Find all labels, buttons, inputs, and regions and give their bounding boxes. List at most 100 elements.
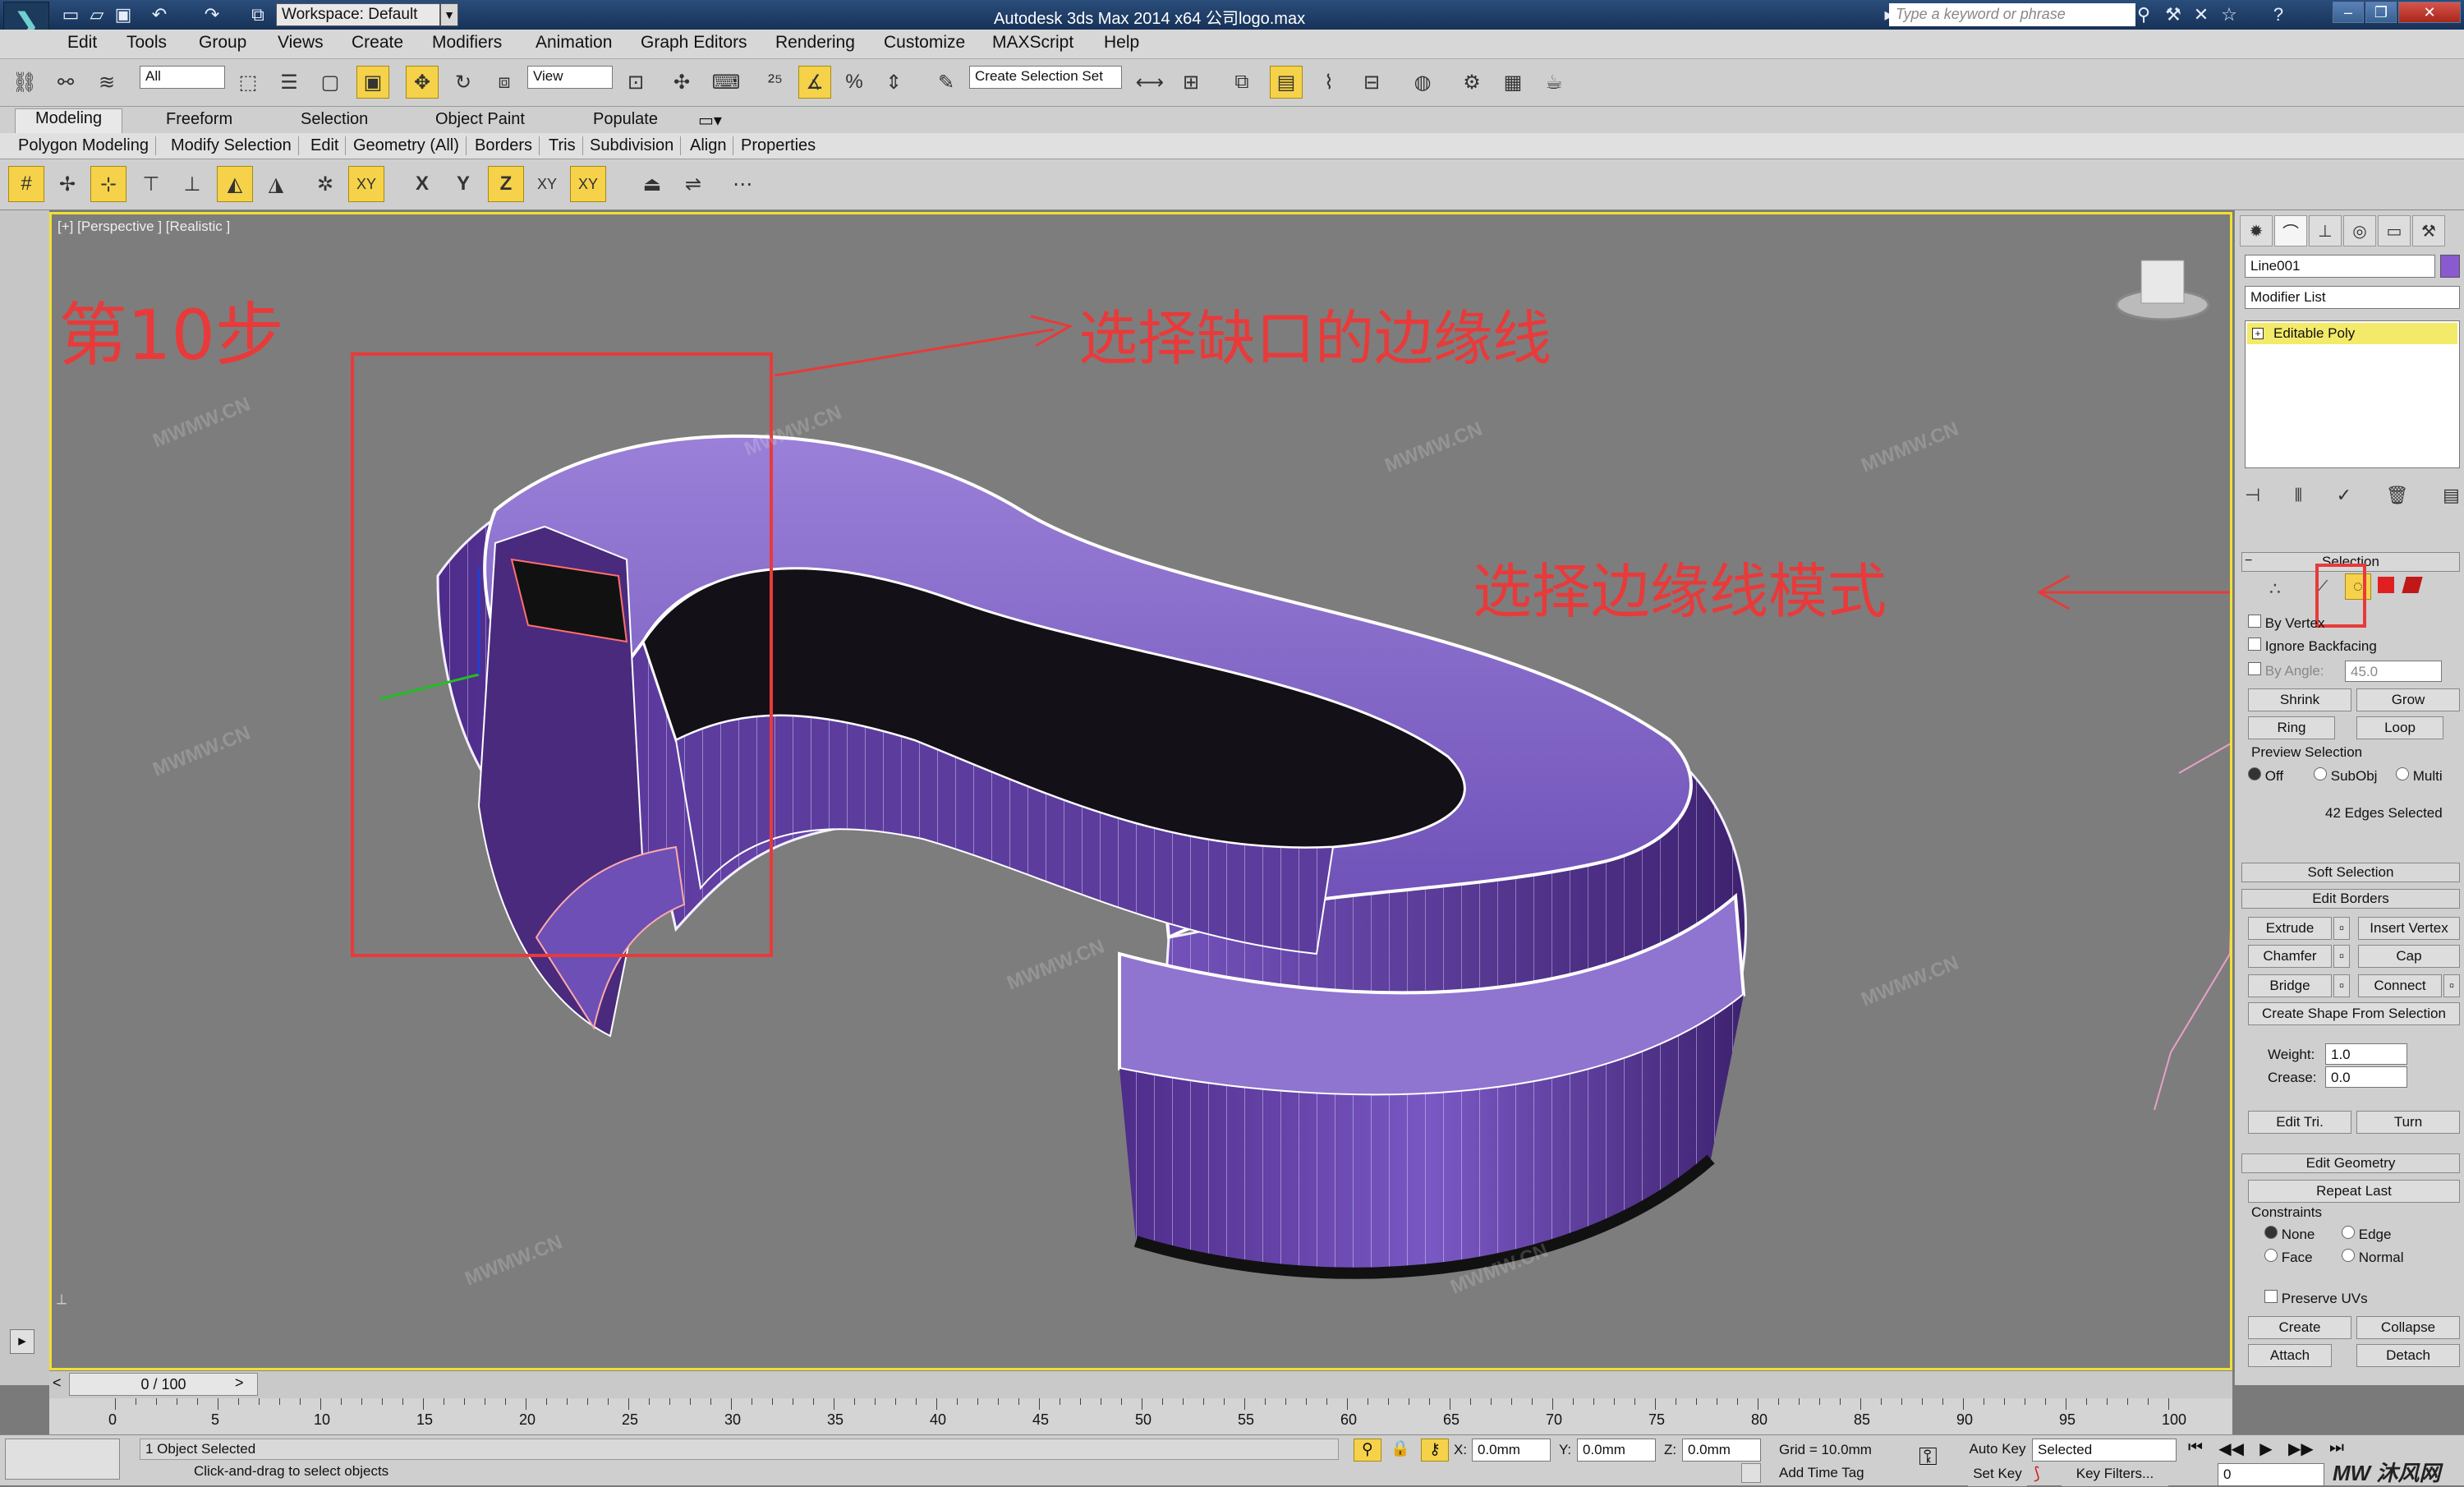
panel-geometry-all[interactable]: Geometry (All)	[353, 136, 467, 155]
bind-spacewarp-icon[interactable]: ≋	[90, 66, 123, 99]
spinner-snap-icon[interactable]: ⇕	[877, 66, 910, 99]
view-align-icon[interactable]: ⇌	[675, 166, 711, 202]
chamfer-settings-icon[interactable]: ▫	[2333, 945, 2350, 968]
menu-customize[interactable]: Customize	[884, 33, 965, 53]
vertex-mode-icon[interactable]: ∴	[2269, 578, 2281, 600]
panel-subdivision[interactable]: Subdivision	[590, 136, 682, 155]
detach-button[interactable]: Detach	[2356, 1344, 2460, 1367]
grow-button[interactable]: Grow	[2356, 688, 2460, 711]
menu-tools[interactable]: Tools	[126, 33, 167, 53]
mirror-icon[interactable]: ⟷	[1133, 66, 1166, 99]
menu-group[interactable]: Group	[199, 33, 246, 53]
panel-modify-selection[interactable]: Modify Selection	[171, 136, 299, 155]
workspace-dropdown[interactable]: Workspace: Default	[276, 3, 440, 26]
panel-tris[interactable]: Tris	[549, 136, 583, 155]
display-tab-icon[interactable]: ▭	[2378, 215, 2411, 246]
constraint-edge-radio[interactable]	[2342, 1226, 2355, 1239]
new-file-icon[interactable]: ▭	[59, 3, 82, 26]
search-input[interactable]: Type a keyword or phrase	[1889, 3, 2135, 26]
x-coordinate-input[interactable]: 0.0mm	[1472, 1439, 1551, 1462]
modify-tab-icon[interactable]: ⌒	[2274, 215, 2307, 246]
insert-vertex-button[interactable]: Insert Vertex	[2358, 917, 2460, 940]
angle-snap-icon[interactable]: ∡	[798, 66, 831, 99]
element-mode-icon[interactable]	[2402, 577, 2423, 593]
panel-align[interactable]: Align	[690, 136, 734, 155]
help-icon[interactable]: ?	[2267, 3, 2290, 26]
percent-snap-icon[interactable]: %	[838, 66, 871, 99]
modifier-list-dropdown[interactable]: Modifier List	[2245, 286, 2460, 309]
favorites-icon[interactable]: ☆	[2218, 3, 2241, 26]
menu-help[interactable]: Help	[1104, 33, 1139, 53]
key-icon[interactable]: ⚿	[1919, 1443, 1938, 1471]
axis-xy-button[interactable]: XY	[529, 166, 565, 202]
weight-input[interactable]: 1.0	[2325, 1043, 2407, 1065]
auto-key-button[interactable]: Auto Key	[1963, 1439, 2032, 1462]
turn-button[interactable]: Turn	[2356, 1111, 2460, 1134]
connect-button[interactable]: Connect	[2358, 974, 2442, 997]
cap-button[interactable]: Cap	[2358, 945, 2460, 968]
show-end-result-icon[interactable]: ⫴	[2295, 485, 2302, 509]
constraint-edge-icon[interactable]: ⊹	[90, 166, 126, 202]
viewport-label[interactable]: [+] [Perspective ] [Realistic ]	[57, 219, 230, 235]
motion-tab-icon[interactable]: ◎	[2343, 215, 2376, 246]
remove-modifier-icon[interactable]: 🗑	[2386, 485, 2409, 509]
restore-button[interactable]: ❐	[2365, 2, 2397, 23]
rotate-icon[interactable]: ↻	[447, 66, 480, 99]
menu-maxscript[interactable]: MAXScript	[992, 33, 1073, 53]
menu-create[interactable]: Create	[352, 33, 403, 53]
constraint-face-radio[interactable]	[2264, 1249, 2278, 1262]
create-tab-icon[interactable]: ✹	[2240, 215, 2273, 246]
next-key-icon[interactable]: ▶▶	[2288, 1439, 2314, 1462]
prev-frame-icon[interactable]: <	[53, 1374, 62, 1392]
previous-key-icon[interactable]: ◀◀	[2218, 1439, 2244, 1462]
select-manipulate-icon[interactable]: ✣	[665, 66, 698, 99]
tab-selection[interactable]: Selection	[301, 110, 368, 129]
menu-rendering[interactable]: Rendering	[775, 33, 855, 53]
shrink-button[interactable]: Shrink	[2248, 688, 2351, 711]
align-grid-icon[interactable]: ◮	[258, 166, 294, 202]
rectangle-selection-icon[interactable]: ▢	[314, 66, 347, 99]
settings-icon[interactable]: ✲	[307, 166, 343, 202]
edit-borders-rollout[interactable]: Edit Borders	[2241, 889, 2460, 909]
rendered-frame-icon[interactable]: ▦	[1496, 66, 1529, 99]
snaps-toggle-icon[interactable]: ²⁵	[759, 66, 792, 99]
binoculars-icon[interactable]: ⚲	[2132, 3, 2155, 26]
menu-modifiers[interactable]: Modifiers	[432, 33, 502, 53]
add-time-tag-icon[interactable]	[1741, 1463, 1761, 1483]
schematic-view-icon[interactable]: ⊟	[1355, 66, 1388, 99]
subscription-icon[interactable]: ⚒	[2162, 3, 2185, 26]
curve-editor-icon[interactable]: ⌇	[1312, 66, 1345, 99]
lock-selection-icon[interactable]: 🔒	[1388, 1439, 1413, 1462]
chamfer-button[interactable]: Chamfer	[2248, 945, 2332, 968]
create-button[interactable]: Create	[2248, 1316, 2351, 1339]
panel-borders[interactable]: Borders	[475, 136, 540, 155]
object-color-swatch[interactable]	[2440, 255, 2460, 278]
undo-icon[interactable]: ↶	[148, 3, 171, 26]
select-object-icon[interactable]: ⬚	[232, 66, 264, 99]
expand-icon[interactable]: +	[2252, 328, 2264, 339]
selection-filter-dropdown[interactable]: All	[140, 66, 225, 89]
ring-button[interactable]: Ring	[2248, 716, 2335, 739]
modifier-editable-poly[interactable]: Editable Poly	[2247, 323, 2457, 344]
layer-manager-icon[interactable]: ⧉	[1225, 66, 1258, 99]
y-coordinate-input[interactable]: 0.0mm	[1577, 1439, 1656, 1462]
pin-stack-icon[interactable]: ⊣	[2245, 485, 2260, 509]
preview-subobj-radio[interactable]	[2314, 767, 2327, 780]
by-vertex-checkbox[interactable]	[2248, 615, 2261, 628]
set-key-button[interactable]: Set Key	[1968, 1463, 2027, 1486]
edit-named-selection-icon[interactable]: ✎	[930, 66, 963, 99]
extrude-button[interactable]: Extrude	[2248, 917, 2332, 940]
extrude-settings-icon[interactable]: ▫	[2333, 917, 2350, 940]
crease-input[interactable]: 0.0	[2325, 1066, 2407, 1088]
constraint-face-icon[interactable]: ⊤	[133, 166, 169, 202]
time-slider[interactable]: < 0 / 100 >	[49, 1370, 2232, 1398]
create-shape-button[interactable]: Create Shape From Selection	[2248, 1002, 2460, 1025]
z-coordinate-input[interactable]: 0.0mm	[1682, 1439, 1761, 1462]
render-setup-icon[interactable]: ⚙	[1455, 66, 1488, 99]
bridge-button[interactable]: Bridge	[2248, 974, 2332, 997]
hierarchy-tab-icon[interactable]: ⊥	[2309, 215, 2342, 246]
axis-x-button[interactable]: X	[404, 166, 440, 202]
panel-polygon-modeling[interactable]: Polygon Modeling	[18, 136, 156, 155]
add-time-tag[interactable]: Add Time Tag	[1779, 1465, 1864, 1481]
maxscript-listener[interactable]	[5, 1439, 120, 1480]
